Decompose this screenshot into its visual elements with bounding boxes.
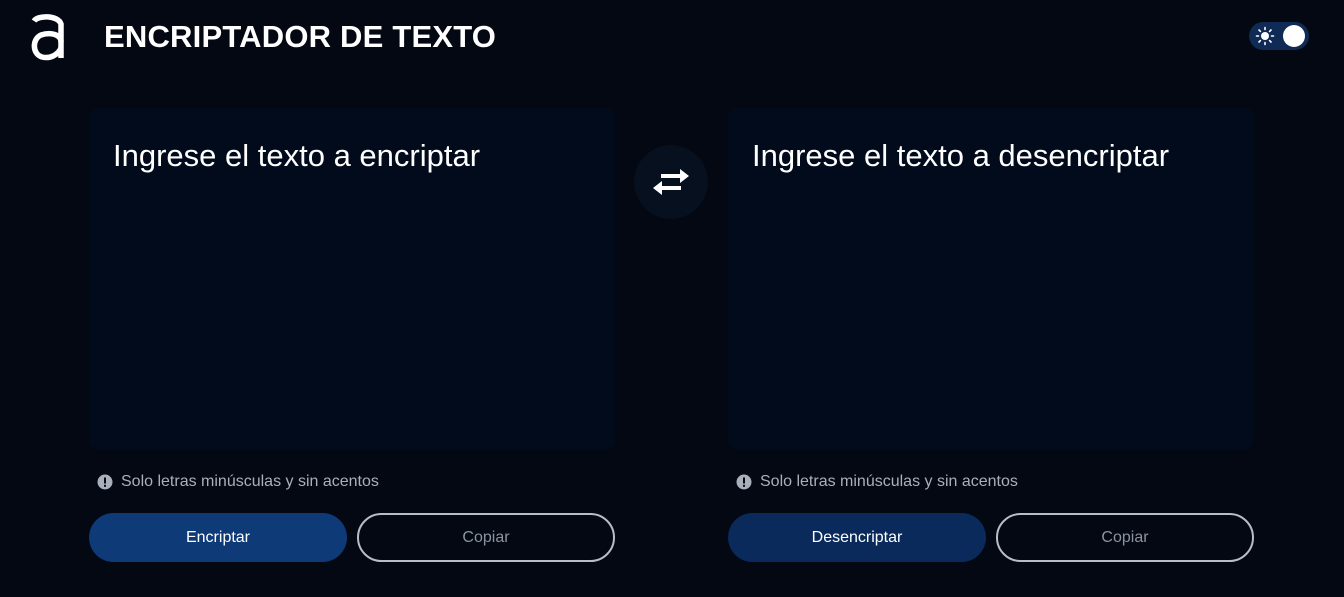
info-icon [736,474,752,490]
swap-button[interactable] [634,145,708,219]
encrypt-input[interactable] [89,108,615,449]
encrypt-hint-text: Solo letras minúsculas y sin acentos [121,473,379,490]
sun-icon [1255,26,1275,46]
encrypt-hint: Solo letras minúsculas y sin acentos [97,472,379,492]
theme-toggle[interactable] [1249,22,1309,50]
app-root: ENCRIPTADOR DE TEXTO Ingrese el texto a … [0,0,1344,597]
decrypt-button[interactable]: Desencriptar [728,513,986,562]
decrypt-hint-text: Solo letras minúsculas y sin acentos [760,473,1018,490]
encrypt-panel [89,108,615,449]
alura-a-logo-icon [31,14,64,61]
toggle-knob [1283,25,1305,47]
copy-decrypted-button[interactable]: Copiar [996,513,1254,562]
page-title: ENCRIPTADOR DE TEXTO [104,19,497,54]
encrypt-button[interactable]: Encriptar [89,513,347,562]
swap-arrows-icon [653,169,689,195]
decrypt-input[interactable] [728,108,1254,449]
copy-encrypted-button[interactable]: Copiar [357,513,615,562]
info-icon [97,474,113,490]
decrypt-hint: Solo letras minúsculas y sin acentos [736,472,1018,492]
decrypt-panel [728,108,1254,449]
